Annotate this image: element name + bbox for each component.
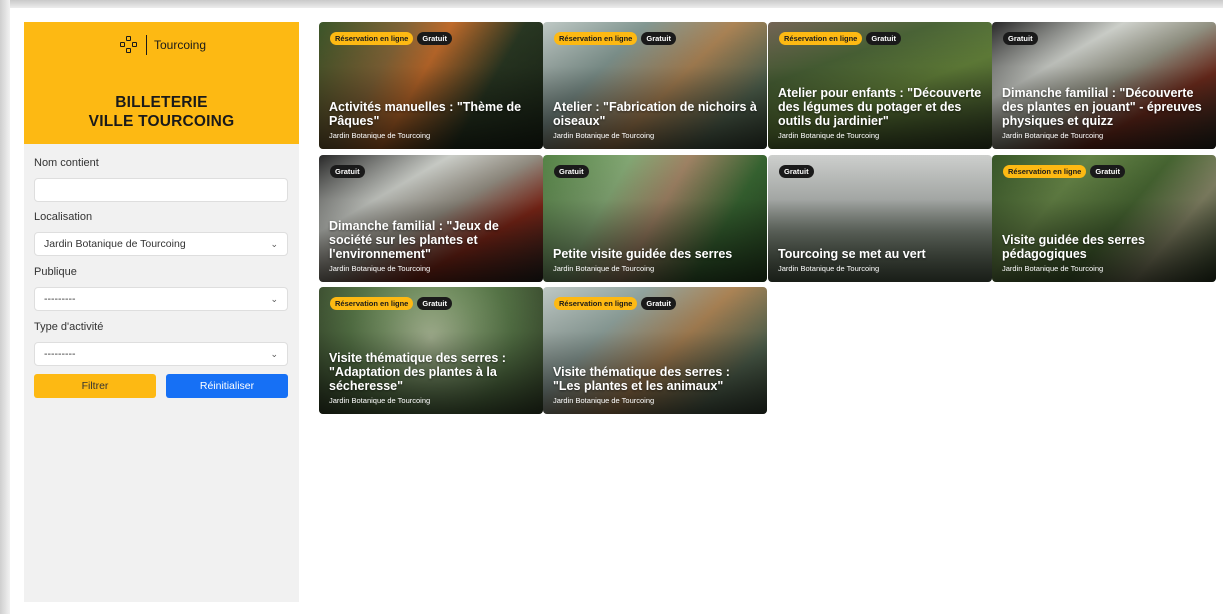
event-title: Visite guidée des serres pédagogiques (1002, 233, 1145, 261)
free-badge: Gratuit (330, 165, 365, 178)
location-select-value: Jardin Botanique de Tourcoing (44, 238, 186, 250)
site-title-line-1: BILLETERIE (115, 94, 208, 111)
name-search-input[interactable] (34, 178, 288, 202)
window-frame-top (0, 0, 1223, 8)
type-filter: Type d'activité --------- ⌄ (34, 321, 288, 366)
public-filter-label: Publique (34, 266, 77, 278)
event-location: Jardin Botanique de Tourcoing (553, 264, 655, 273)
online-booking-badge: Réservation en ligne (330, 32, 414, 45)
event-title: Dimanche familial : "Découverte des plan… (1002, 86, 1202, 128)
tourcoing-logo-icon (120, 36, 138, 54)
event-location: Jardin Botanique de Tourcoing (329, 131, 431, 140)
event-title: Atelier pour enfants : "Découverte des l… (778, 86, 982, 128)
event-card[interactable]: Réservation en ligne Gratuit Activités m… (319, 22, 543, 149)
event-card[interactable]: Gratuit Dimanche familial : "Jeux de soc… (319, 155, 543, 282)
free-badge: Gratuit (554, 165, 589, 178)
event-card[interactable]: Réservation en ligne Gratuit Visite guid… (992, 155, 1216, 282)
site-title-line-2: VILLE TOURCOING (88, 113, 235, 130)
event-location: Jardin Botanique de Tourcoing (553, 396, 655, 405)
chevron-down-icon: ⌄ (270, 293, 278, 304)
online-booking-badge: Réservation en ligne (554, 297, 638, 310)
event-location: Jardin Botanique de Tourcoing (329, 264, 431, 273)
type-filter-label: Type d'activité (34, 321, 104, 333)
logo-text: Tourcoing (154, 38, 207, 52)
location-select[interactable]: Jardin Botanique de Tourcoing ⌄ (34, 232, 288, 256)
chevron-down-icon: ⌄ (270, 238, 278, 249)
site-title: BILLETERIE VILLE TOURCOING (24, 93, 299, 131)
free-badge: Gratuit (417, 297, 452, 310)
free-badge: Gratuit (641, 297, 676, 310)
event-location: Jardin Botanique de Tourcoing (1002, 264, 1104, 273)
free-badge: Gratuit (417, 32, 452, 45)
event-card[interactable]: Gratuit Tourcoing se met au vert Jardin … (768, 155, 992, 282)
brand-header: Tourcoing BILLETERIE VILLE TOURCOING (24, 22, 299, 144)
public-filter: Publique --------- ⌄ (34, 266, 288, 311)
card-badges: Réservation en ligne Gratuit (330, 297, 452, 310)
public-select[interactable]: --------- ⌄ (34, 287, 288, 311)
card-badges: Gratuit (554, 165, 589, 178)
event-title: Atelier : "Fabrication de nichoirs à ois… (553, 100, 757, 128)
card-badges: Réservation en ligne Gratuit (1003, 165, 1125, 178)
event-title: Dimanche familial : "Jeux de société sur… (329, 219, 499, 261)
brand-logo[interactable]: Tourcoing (120, 35, 206, 55)
event-title: Tourcoing se met au vert (778, 247, 926, 261)
card-badges: Réservation en ligne Gratuit (330, 32, 452, 45)
online-booking-badge: Réservation en ligne (779, 32, 863, 45)
window-frame-left (0, 0, 10, 614)
card-badges: Gratuit (779, 165, 814, 178)
event-location: Jardin Botanique de Tourcoing (329, 396, 431, 405)
event-title: Petite visite guidée des serres (553, 247, 733, 261)
online-booking-badge: Réservation en ligne (330, 297, 414, 310)
name-filter-label: Nom contient (34, 157, 99, 169)
free-badge: Gratuit (1090, 165, 1125, 178)
event-card[interactable]: Réservation en ligne Gratuit Atelier pou… (768, 22, 992, 149)
type-select[interactable]: --------- ⌄ (34, 342, 288, 366)
event-card[interactable]: Gratuit Petite visite guidée des serres … (543, 155, 767, 282)
card-badges: Gratuit (330, 165, 365, 178)
chevron-down-icon: ⌄ (270, 348, 278, 359)
free-badge: Gratuit (866, 32, 901, 45)
free-badge: Gratuit (1003, 32, 1038, 45)
event-title: Visite thématique des serres : "Adaptati… (329, 351, 506, 393)
online-booking-badge: Réservation en ligne (554, 32, 638, 45)
event-card[interactable]: Réservation en ligne Gratuit Atelier : "… (543, 22, 767, 149)
free-badge: Gratuit (641, 32, 676, 45)
event-title: Visite thématique des serres : "Les plan… (553, 365, 730, 393)
location-filter-label: Localisation (34, 211, 93, 223)
card-badges: Gratuit (1003, 32, 1038, 45)
card-badges: Réservation en ligne Gratuit (554, 297, 676, 310)
type-select-value: --------- (44, 348, 76, 360)
event-card[interactable]: Gratuit Dimanche familial : "Découverte … (992, 22, 1216, 149)
public-select-value: --------- (44, 293, 76, 305)
online-booking-badge: Réservation en ligne (1003, 165, 1087, 178)
card-badges: Réservation en ligne Gratuit (554, 32, 676, 45)
event-location: Jardin Botanique de Tourcoing (778, 264, 880, 273)
reset-button[interactable]: Réinitialiser (166, 374, 288, 398)
event-card[interactable]: Réservation en ligne Gratuit Visite thém… (319, 287, 543, 414)
card-badges: Réservation en ligne Gratuit (779, 32, 901, 45)
event-location: Jardin Botanique de Tourcoing (1002, 131, 1104, 140)
event-location: Jardin Botanique de Tourcoing (553, 131, 655, 140)
location-filter: Localisation Jardin Botanique de Tourcoi… (34, 211, 288, 256)
filter-button[interactable]: Filtrer (34, 374, 156, 398)
event-card[interactable]: Réservation en ligne Gratuit Visite thém… (543, 287, 767, 414)
name-filter: Nom contient (34, 157, 288, 202)
event-location: Jardin Botanique de Tourcoing (778, 131, 880, 140)
filter-sidebar: Tourcoing BILLETERIE VILLE TOURCOING Nom… (24, 22, 299, 602)
free-badge: Gratuit (779, 165, 814, 178)
logo-divider (146, 35, 147, 55)
event-title: Activités manuelles : "Thème de Pâques" (329, 100, 522, 128)
